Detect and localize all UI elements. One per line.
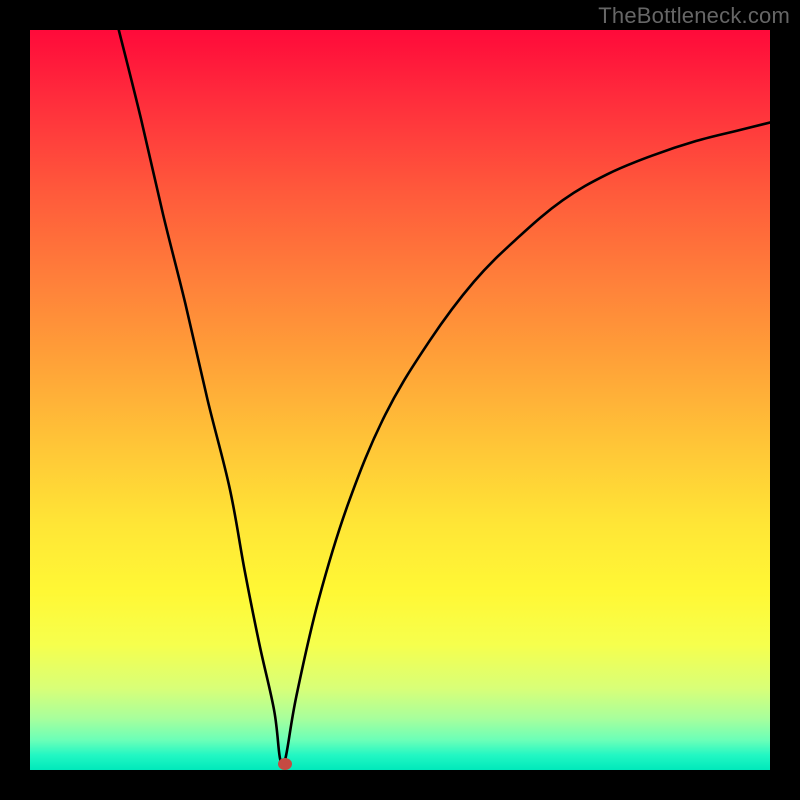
chart-frame: TheBottleneck.com xyxy=(0,0,800,800)
plot-area xyxy=(30,30,770,770)
minimum-point-dot xyxy=(278,758,292,770)
bottleneck-curve xyxy=(30,30,770,770)
watermark-label: TheBottleneck.com xyxy=(598,3,790,29)
